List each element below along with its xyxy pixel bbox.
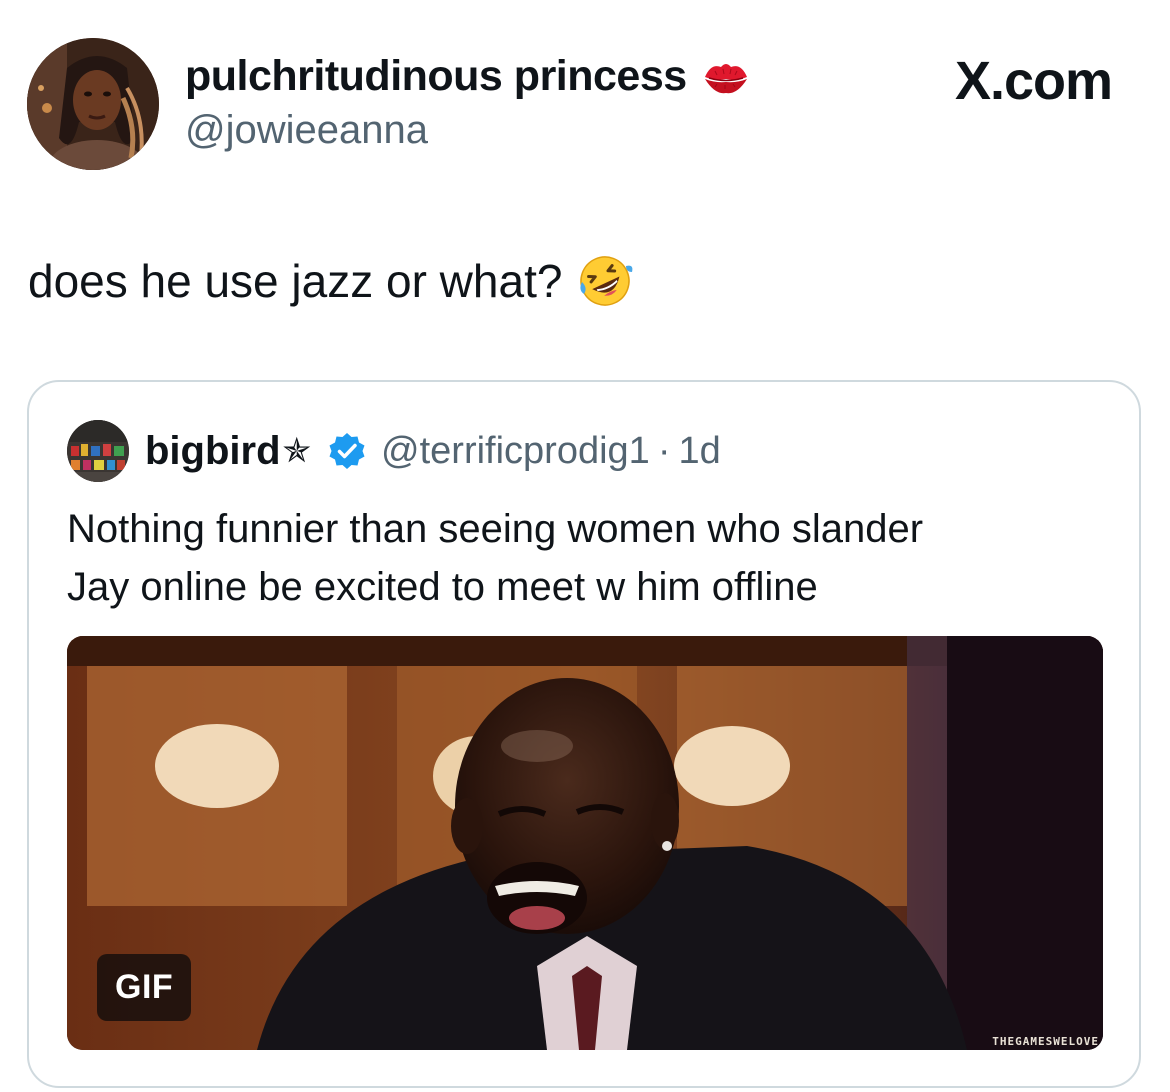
verified-badge-icon[interactable] [327, 431, 367, 471]
gif-badge[interactable]: GIF [97, 954, 192, 1021]
quoted-avatar-photo [67, 420, 129, 482]
author-avatar[interactable] [27, 38, 159, 170]
quoted-author-name[interactable]: bigbird [145, 429, 281, 474]
tweet-text-row: does he use jazz or what? [28, 252, 634, 310]
tweet-text: does he use jazz or what? [28, 255, 563, 307]
quoted-separator: · [657, 429, 671, 472]
quoted-text-line: Nothing funnier than seeing women who sl… [67, 507, 924, 551]
gif-frame-image [67, 636, 1103, 1050]
quoted-author-handle[interactable]: @terrificprodig1 [381, 430, 650, 473]
quoted-tweet-header: bigbird ✯ @terrificprodig1 · 1d [67, 420, 721, 482]
kiss-mark-icon [704, 63, 747, 93]
quoted-name-suffix: ✯ [282, 432, 312, 470]
gif-watermark: THEGAMESWELOVE [992, 1035, 1099, 1048]
quoted-author-avatar[interactable] [67, 420, 129, 482]
site-label: X.com [954, 51, 1113, 111]
author-name-row: pulchritudinous princess [185, 52, 751, 101]
quoted-timestamp[interactable]: 1d [678, 430, 720, 473]
quoted-tweet-card[interactable]: bigbird ✯ @terrificprodig1 · 1d Nothing … [27, 380, 1141, 1088]
author-handle[interactable]: @jowieeanna [185, 108, 428, 153]
quoted-tweet-text: Nothing funnier than seeing women who sl… [67, 500, 1087, 616]
author-name[interactable]: pulchritudinous princess [185, 52, 687, 101]
quoted-text-line: Jay online be excited to meet w him offl… [67, 565, 818, 609]
rolling-on-floor-laughing-icon [580, 256, 633, 306]
quoted-gif-media[interactable]: GIF THEGAMESWELOVE [67, 636, 1103, 1050]
avatar-photo [27, 38, 159, 170]
